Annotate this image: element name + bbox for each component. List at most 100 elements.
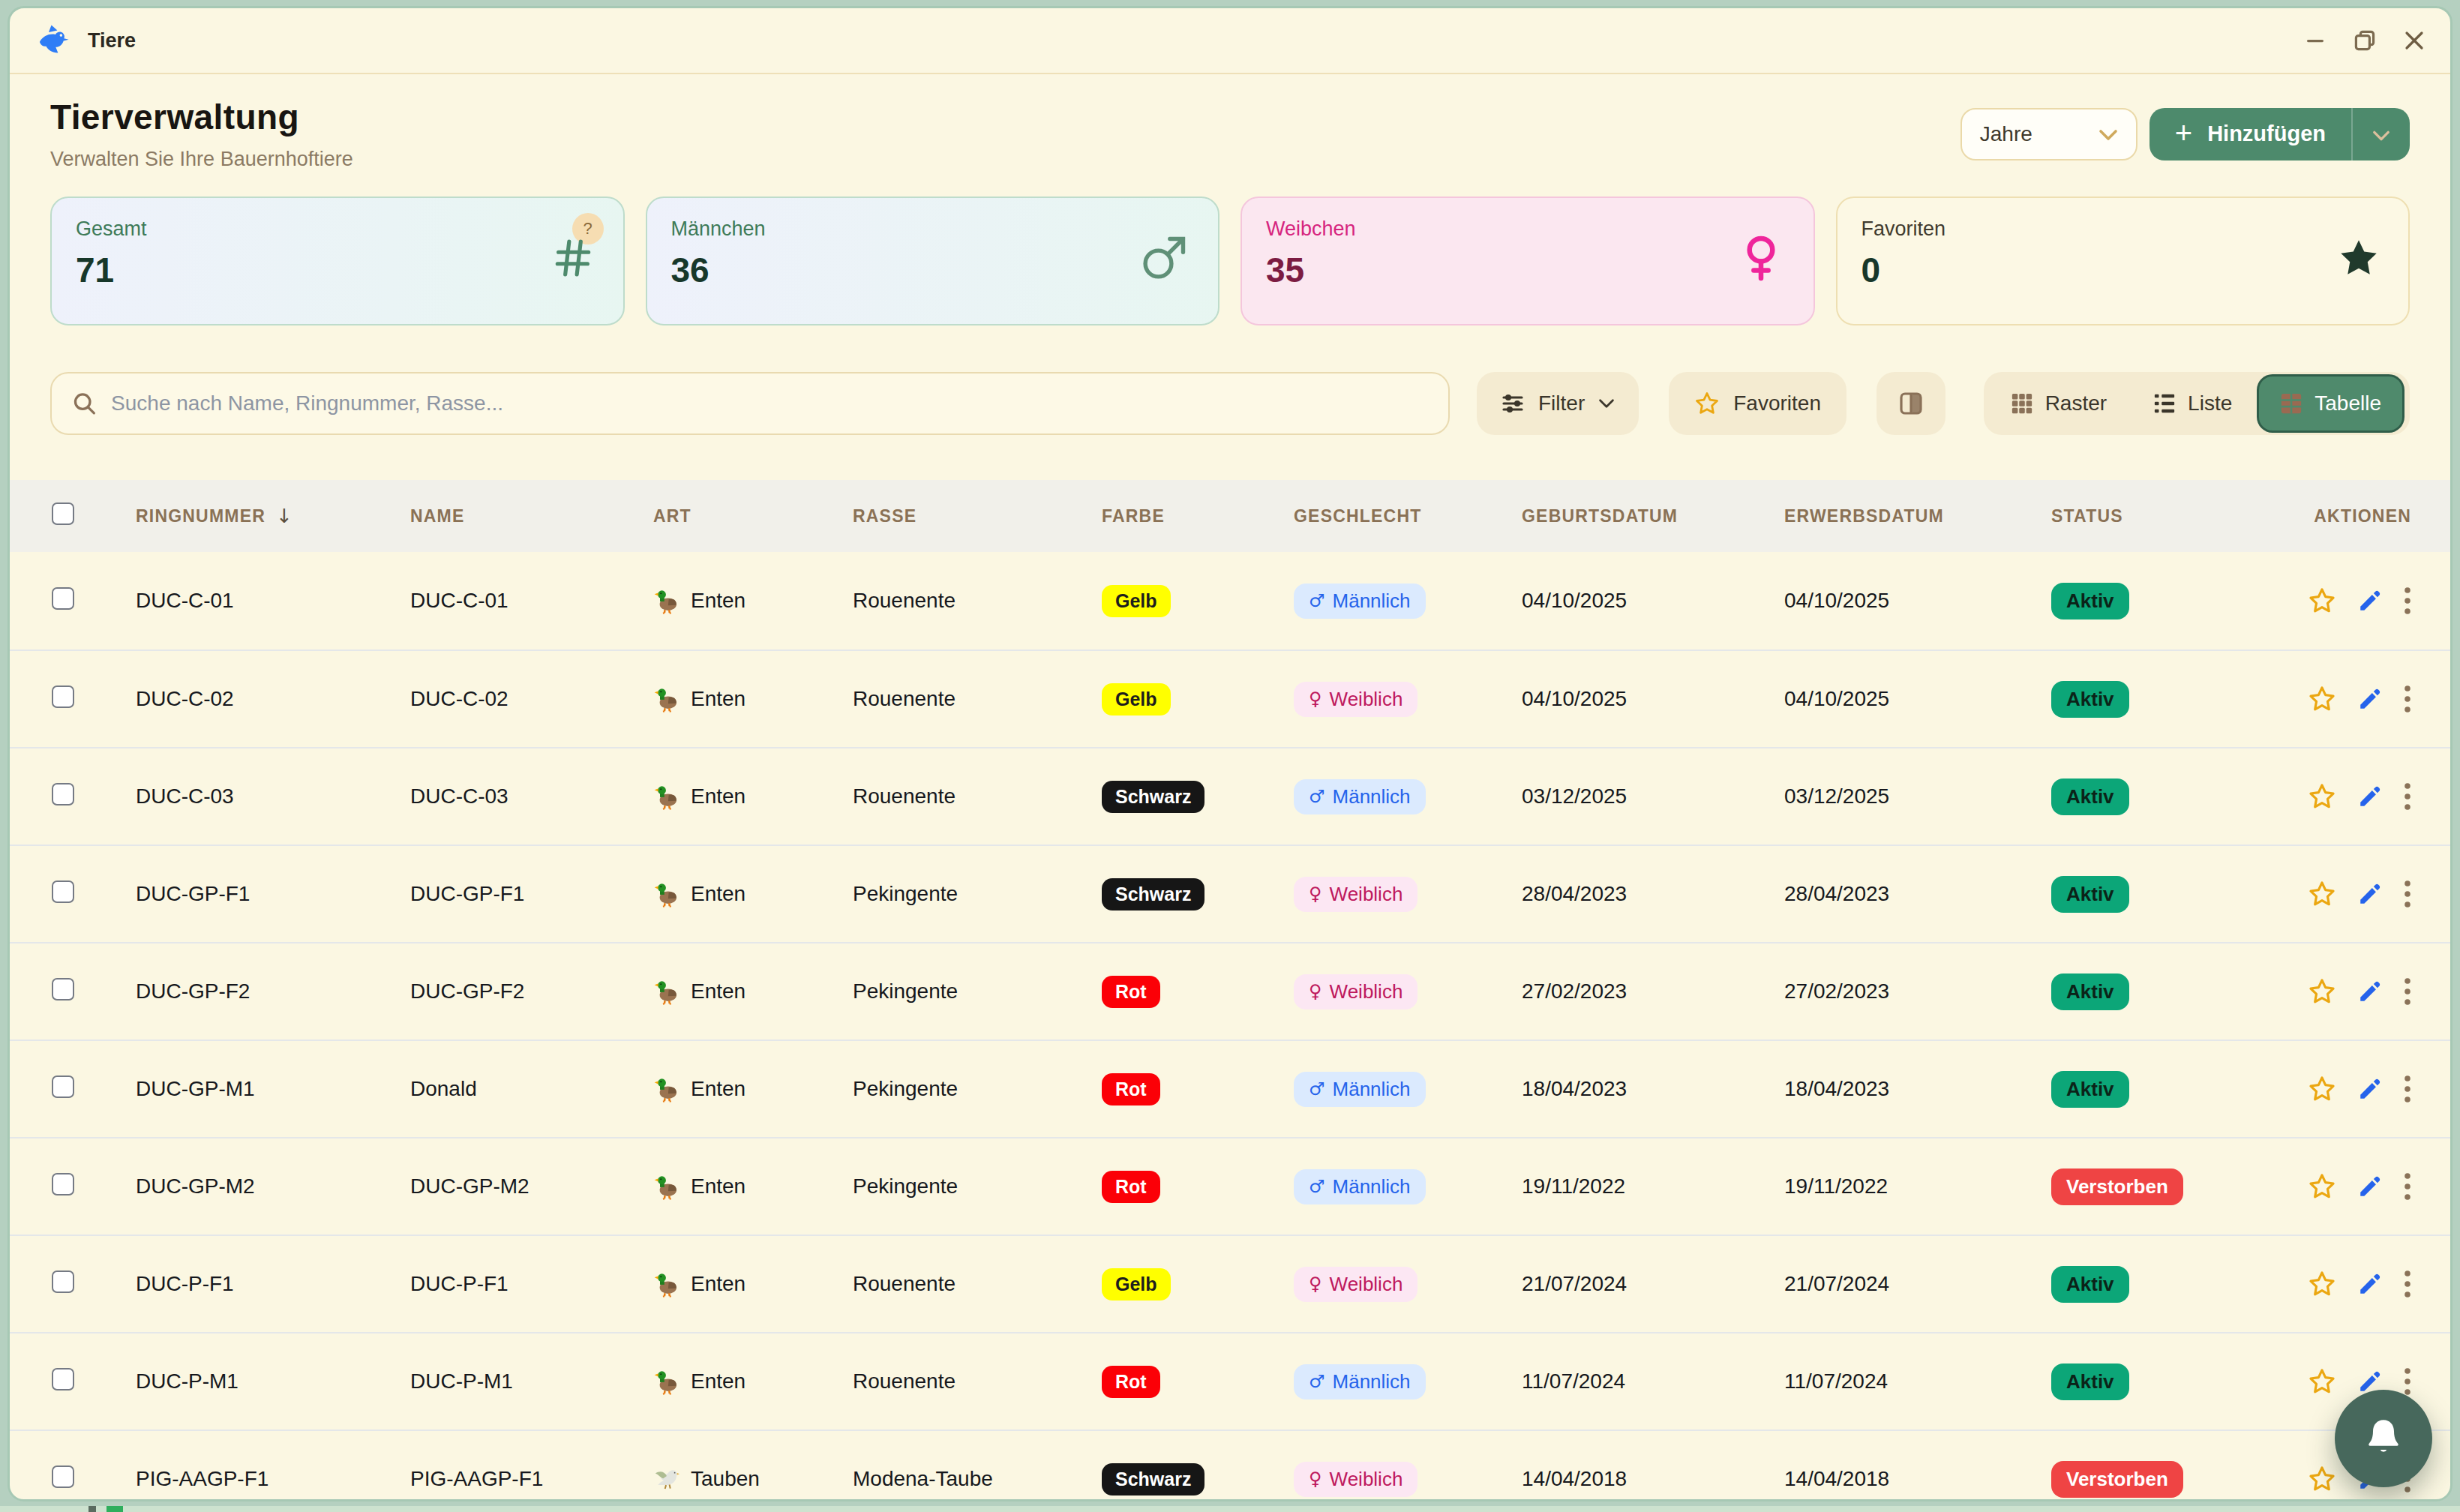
cell-ringnummer: DUC-P-F1 — [136, 1272, 410, 1296]
search-box[interactable] — [50, 372, 1450, 435]
add-dropdown-chevron-icon[interactable] — [2353, 120, 2410, 148]
favorite-star-icon[interactable] — [2308, 1172, 2336, 1201]
cell-ringnummer: DUC-GP-F1 — [136, 882, 410, 906]
cell-ringnummer: DUC-P-M1 — [136, 1370, 410, 1394]
row-checkbox[interactable] — [52, 783, 74, 806]
view-raster[interactable]: Raster — [1991, 378, 2126, 429]
duck-icon — [653, 783, 680, 810]
row-menu-icon[interactable] — [2404, 1075, 2411, 1103]
add-button[interactable]: + Hinzufügen — [2150, 108, 2410, 160]
favorite-star-icon[interactable] — [2308, 586, 2336, 615]
favorite-star-icon[interactable] — [2308, 782, 2336, 811]
desktop: Tiere Tierverwaltung Verwalten Sie Ihre … — [0, 0, 2460, 1512]
row-checkbox[interactable] — [52, 1076, 74, 1098]
cell-ringnummer: DUC-GP-M2 — [136, 1174, 410, 1198]
row-menu-icon[interactable] — [2404, 685, 2411, 713]
row-checkbox[interactable] — [52, 880, 74, 903]
column-header-geschlecht[interactable]: GESCHLECHT — [1294, 506, 1522, 526]
cell-status: Aktiv — [2051, 974, 2261, 1010]
row-checkbox[interactable] — [52, 686, 74, 708]
edit-pencil-icon[interactable] — [2357, 1076, 2383, 1102]
favorite-star-icon[interactable] — [2308, 685, 2336, 713]
column-header-name[interactable]: NAME — [410, 506, 653, 526]
column-header-art[interactable]: ART — [653, 506, 853, 526]
filter-button[interactable]: Filter — [1477, 372, 1639, 435]
row-menu-icon[interactable] — [2404, 1270, 2411, 1298]
cell-aktionen — [2261, 880, 2450, 908]
toolbar: Filter Favoriten RasterListeTabelle — [50, 372, 2410, 435]
column-header-ringnummer[interactable]: RINGNUMMER↓ — [136, 505, 410, 527]
cell-aktionen — [2261, 1075, 2450, 1103]
column-header-status[interactable]: STATUS — [2051, 506, 2261, 526]
duck-icon — [653, 978, 680, 1005]
row-menu-icon[interactable] — [2404, 977, 2411, 1006]
row-checkbox[interactable] — [52, 978, 74, 1000]
stat-card-favoriten: Favoriten0 — [1836, 196, 2410, 326]
gender-symbol-icon: ♂ — [1309, 1078, 1325, 1100]
edit-pencil-icon[interactable] — [2357, 686, 2383, 712]
cell-geburtsdatum: 28/04/2023 — [1522, 882, 1784, 906]
minimize-button[interactable] — [2293, 18, 2338, 63]
column-header-rasse[interactable]: RASSE — [853, 506, 1102, 526]
cell-farbe: Rot — [1102, 1073, 1294, 1106]
edit-pencil-icon[interactable] — [2357, 784, 2383, 809]
row-menu-icon[interactable] — [2404, 880, 2411, 908]
favorite-star-icon[interactable] — [2308, 1075, 2336, 1103]
edit-pencil-icon[interactable] — [2357, 588, 2383, 614]
cell-farbe: Schwarz — [1102, 1463, 1294, 1496]
row-checkbox[interactable] — [52, 1270, 74, 1293]
animals-table: RINGNUMMER↓ NAME ART RASSE FARBE GESCHLE… — [10, 480, 2450, 1502]
cell-farbe: Gelb — [1102, 1268, 1294, 1300]
edit-pencil-icon[interactable] — [2357, 1271, 2383, 1297]
period-select[interactable]: Jahre — [1960, 108, 2138, 160]
row-menu-icon[interactable] — [2404, 1172, 2411, 1201]
cell-status: Verstorben — [2051, 1168, 2261, 1205]
favorite-star-icon[interactable] — [2308, 880, 2336, 908]
view-liste[interactable]: Liste — [2134, 378, 2252, 429]
cell-ringnummer: DUC-GP-F2 — [136, 980, 410, 1004]
grid-icon — [2011, 392, 2033, 415]
edit-pencil-icon[interactable] — [2357, 979, 2383, 1004]
app-logo-bird-icon — [37, 23, 71, 58]
close-button[interactable] — [2392, 18, 2437, 63]
row-checkbox[interactable] — [52, 1368, 74, 1390]
columns-button[interactable] — [1876, 372, 1946, 435]
table-row: PIG-AAGP-F1PIG-AAGP-F1TaubenModena-Taube… — [10, 1430, 2450, 1502]
cell-farbe: Schwarz — [1102, 781, 1294, 813]
row-checkbox[interactable] — [52, 1466, 74, 1488]
stats-cards: Gesamt71?Männchen36Weibchen35Favoriten0 — [50, 196, 2410, 326]
column-header-farbe[interactable]: FARBE — [1102, 506, 1294, 526]
favorite-star-icon[interactable] — [2308, 977, 2336, 1006]
columns-icon — [1899, 392, 1923, 416]
row-checkbox[interactable] — [52, 1173, 74, 1196]
view-tabelle-active[interactable]: Tabelle — [2259, 376, 2402, 430]
page-header: Tierverwaltung Verwalten Sie Ihre Bauern… — [10, 74, 2450, 171]
row-checkbox[interactable] — [52, 587, 74, 610]
stat-value: 71 — [76, 250, 599, 290]
row-menu-icon[interactable] — [2404, 782, 2411, 811]
restore-button[interactable] — [2342, 18, 2387, 63]
cell-rasse: Rouenente — [853, 589, 1102, 613]
column-header-erwerbsdatum[interactable]: ERWERBSDATUM — [1784, 506, 2051, 526]
color-badge: Gelb — [1102, 683, 1171, 716]
row-menu-icon[interactable] — [2404, 1367, 2411, 1396]
cell-farbe: Rot — [1102, 976, 1294, 1008]
cell-name: DUC-C-03 — [410, 784, 653, 808]
search-input[interactable] — [111, 392, 1427, 416]
favorite-star-icon[interactable] — [2308, 1270, 2336, 1298]
status-badge: Aktiv — [2051, 876, 2129, 913]
notifications-fab[interactable] — [2335, 1390, 2432, 1487]
favorite-star-icon[interactable] — [2308, 1367, 2336, 1396]
edit-pencil-icon[interactable] — [2357, 1174, 2383, 1199]
column-header-geburtsdatum[interactable]: GEBURTSDATUM — [1522, 506, 1784, 526]
select-all-checkbox[interactable] — [52, 502, 74, 525]
edit-pencil-icon[interactable] — [2357, 881, 2383, 907]
cell-geburtsdatum: 04/10/2025 — [1522, 589, 1784, 613]
row-menu-icon[interactable] — [2404, 586, 2411, 615]
cell-status: Aktiv — [2051, 778, 2261, 815]
favorite-star-icon[interactable] — [2308, 1465, 2336, 1493]
gender-symbol-icon: ♂ — [1309, 590, 1325, 611]
favorites-button[interactable]: Favoriten — [1669, 372, 1846, 435]
gender-symbol-icon: ♀ — [1309, 884, 1322, 904]
cell-aktionen — [2261, 586, 2450, 615]
